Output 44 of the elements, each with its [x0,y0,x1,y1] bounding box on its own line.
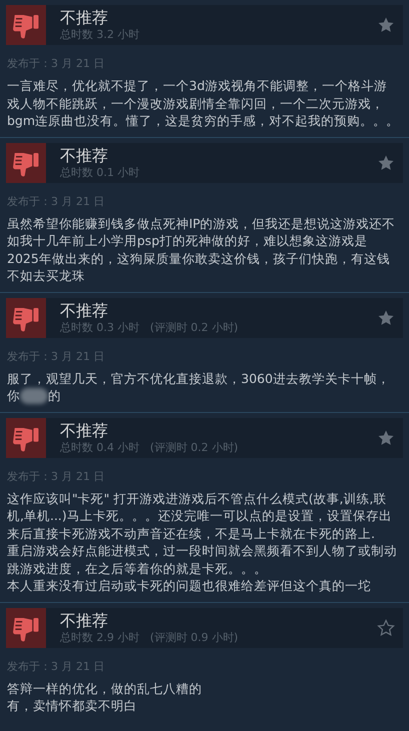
review-text-line: 这作应该叫"卡死" 打开游戏进游戏后不管点什么模式(故事,训练,联 [7,490,386,507]
review-text-line: 重启游戏会好点能进模式，过一段时间就会黑频看不到人物了或制动 [7,542,397,560]
playtime: 总时数 0.1 小时 [60,166,140,180]
review-text-line: 跳游戏进度，在之后等着你的就是卡死。。。 [7,560,267,577]
posted-date: 发布于：3 月 21 日 [7,350,106,364]
posted-date: 发布于：3 月 21 日 [7,470,106,484]
review-text-line: 虽然希望你能赚到钱多做点死神IP的游戏，但我还是想说这游戏还不 [7,214,396,232]
review-text-line: 2025年做出来的，这狗屎质量你敢卖这价钱，孩子们快跑，有这钱 [7,250,390,267]
review-text-line: 的 [48,387,61,404]
review-text-line: 你 [7,387,20,404]
star-icon[interactable] [377,308,395,326]
review-text-line: bgm连原曲也没有。懂了，这是贫穷的手感，对不起我的预购。。。 [7,112,400,130]
star-icon[interactable] [377,16,395,34]
review-text-line: 来后直接卡死游戏不动声音还在续，不是马上卡就在卡死的路上. [7,524,375,542]
review-text-line: 本人重来没有过启动或卡死的问题也很难给差评但这个真的一坨 [7,577,371,594]
star-icon[interactable] [377,428,395,446]
playtime: 总时数 0.3 小时 (评测时 0.2 小时) [60,320,240,334]
star-icon[interactable] [377,618,395,636]
playtime: 总时数 0.4 小时 (评测时 0.2 小时) [60,440,240,454]
playtime: 总时数 3.2 小时 [60,28,140,42]
review-text-line: 服了，观望几天，官方不优化直接退款，3060进去教学关卡十帧， [7,370,390,387]
review-text-line: 戏人物不能跳跃，一个漫改游戏剧情全靠闪回，一个二次元游戏， [7,94,384,112]
review-verdict: 不推荐 [60,610,109,630]
review-text-line: 如我十几年前上小学用psp打的死神做的好，难以想象这游戏是 [7,232,368,250]
review-text-line: 有，卖情怀都卖不明白 [7,697,137,714]
review-text-line: 不如去买龙珠 [7,267,85,284]
star-icon[interactable] [377,154,395,172]
thumbs-down-icon [6,418,46,458]
review-verdict: 不推荐 [60,300,109,320]
review-text-line: 答辩一样的优化，做的乱七八糟的 [7,680,202,697]
review-verdict: 不推荐 [60,420,109,440]
review-verdict: 不推荐 [60,146,109,166]
review-text-line: 一言难尽，优化就不提了，一个3d游戏视角不能调整，一个格斗游 [7,77,387,94]
thumbs-down-icon [6,142,46,182]
thumbs-down-icon [6,5,46,45]
posted-date: 发布于：3 月 21 日 [7,57,106,71]
review-text-line: 机,单机...)马上卡死。。。还没完唯一可以点的是设置，设置保存出 [7,507,392,524]
review-verdict: 不推荐 [60,8,109,28]
thumbs-down-icon [6,298,46,338]
blur-mark [20,388,48,404]
posted-date: 发布于：3 月 21 日 [7,194,106,208]
thumbs-down-icon [6,608,46,648]
posted-date: 发布于：3 月 21 日 [7,660,106,674]
playtime: 总时数 2.9 小时 (评测时 0.9 小时) [60,630,240,644]
